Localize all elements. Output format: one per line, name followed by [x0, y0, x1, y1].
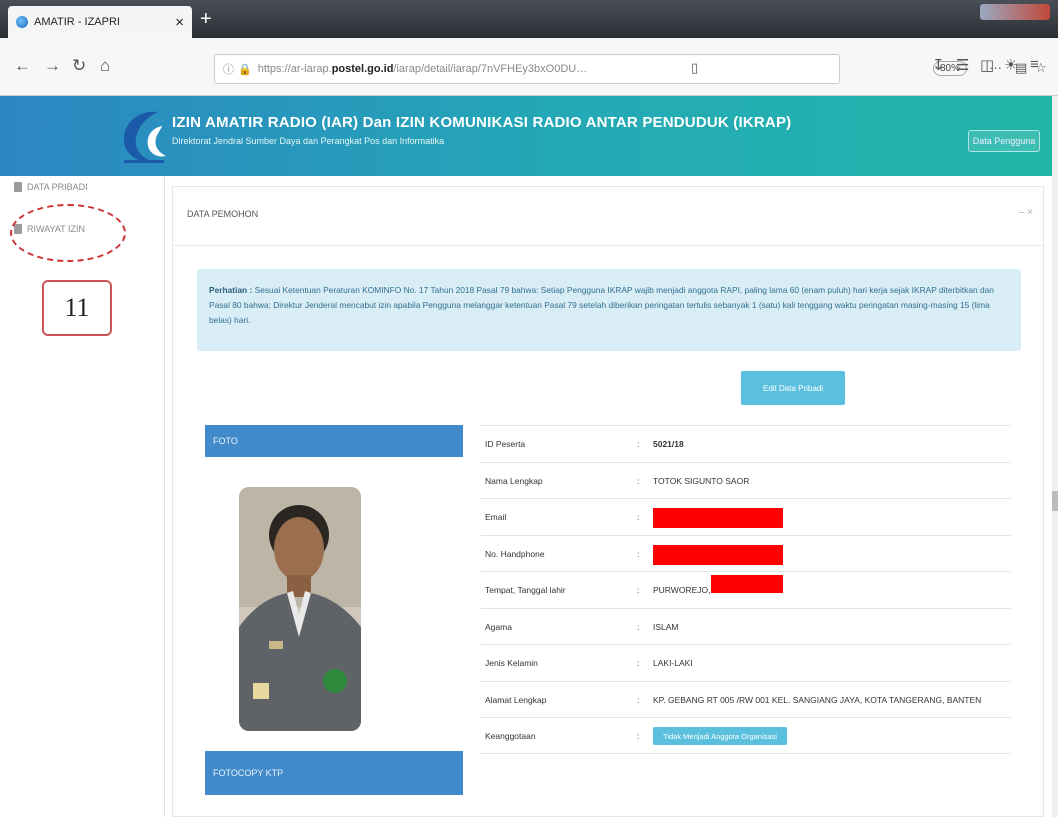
- document-icon: [14, 182, 22, 192]
- membership-status-badge[interactable]: Tidak Menjadi Anggota Organisasi: [653, 727, 787, 745]
- field-value: 5021/18: [653, 439, 684, 449]
- divider: [173, 245, 1045, 246]
- url-prefix: https://ar-iarap.: [257, 63, 332, 75]
- address-bar[interactable]: ⓘ 🔒 https://ar-iarap. postel.go.id /iara…: [214, 54, 1047, 84]
- redaction-box: [653, 508, 783, 528]
- field-value: KP. GEBANG RT 005 /RW 001 KEL. SANGIANG …: [653, 694, 982, 705]
- window-controls[interactable]: [980, 4, 1050, 20]
- menu-icon[interactable]: ≡: [1030, 56, 1039, 73]
- user-menu-button[interactable]: Data Pengguna: [968, 130, 1040, 152]
- photo-section-header: FOTO: [205, 425, 463, 457]
- scrollbar-thumb[interactable]: [1052, 491, 1058, 511]
- field-label: Tempat, Tanggal lahir: [485, 585, 566, 595]
- table-row: ID Peserta : 5021/18: [481, 425, 1011, 462]
- page-icon[interactable]: ▯: [691, 60, 698, 76]
- field-label: Nama Lengkap: [485, 475, 543, 486]
- sidebar-item-data-pribadi[interactable]: DATA PRIBADI: [14, 182, 88, 192]
- sidebar-item-label: DATA PRIBADI: [27, 182, 88, 192]
- panel-controls[interactable]: – ×: [1019, 207, 1033, 218]
- detail-table: ID Peserta : 5021/18 Nama Lengkap : TOTO…: [481, 425, 1011, 754]
- table-row: Email :: [481, 498, 1011, 535]
- tab-title: AMATIR - IZAPRI: [34, 16, 120, 28]
- field-value: ISLAM: [653, 621, 679, 632]
- close-tab-icon[interactable]: ×: [175, 14, 184, 31]
- step-number-label: 11: [42, 280, 112, 336]
- table-row: Nama Lengkap : TOTOK SIGUNTO SAOR: [481, 461, 1011, 499]
- app-title: IZIN AMATIR RADIO (IAR) Dan IZIN KOMUNIK…: [172, 114, 792, 131]
- app-header: IZIN AMATIR RADIO (IAR) Dan IZIN KOMUNIK…: [0, 96, 1052, 176]
- info-icon[interactable]: ⓘ: [223, 61, 234, 77]
- redaction-box: [711, 575, 783, 593]
- field-label: Alamat Lengkap: [485, 694, 547, 705]
- url-path: /iarap/detail/iarap/7nVFHEy3bxO0DU…: [393, 63, 588, 75]
- browser-tabbar: AMATIR - IZAPRI × +: [0, 0, 1058, 38]
- field-label: Jenis Kelamin: [485, 658, 538, 668]
- field-value: PURWOREJO,: [653, 585, 711, 595]
- info-alert: Perhatian : Sesuai Ketentuan Peraturan K…: [197, 269, 1021, 351]
- field-label: ID Peserta: [485, 439, 526, 449]
- browser-navbar: ← → ↻ ⌂ ⓘ 🔒 https://ar-iarap. postel.go.…: [0, 38, 1058, 96]
- field-label: Email: [485, 512, 507, 522]
- table-row: Tempat, Tanggal lahir : PURWOREJO,: [481, 571, 1011, 608]
- page-scrollbar[interactable]: [1052, 96, 1058, 817]
- forward-arrow-icon[interactable]: →: [44, 56, 61, 76]
- sidebar: [0, 176, 165, 817]
- edit-profile-button[interactable]: Edit Data Pribadi: [741, 371, 845, 405]
- table-row: Jenis Kelamin : LAKI-LAKI: [481, 644, 1011, 681]
- alert-label: Perhatian :: [209, 285, 253, 295]
- extension-icon[interactable]: ☀: [1004, 56, 1017, 74]
- lock-icon[interactable]: 🔒: [238, 63, 252, 76]
- back-arrow-icon[interactable]: ←: [14, 56, 31, 76]
- main-panel: DATA PEMOHON – × Perhatian : Sesuai Kete…: [172, 186, 1045, 817]
- sidebar-toggle-icon[interactable]: ◫: [980, 56, 994, 74]
- field-label: No. Handphone: [485, 548, 545, 559]
- new-tab-button[interactable]: +: [200, 8, 212, 31]
- site-favicon-icon: [16, 16, 28, 28]
- highlight-ellipse: [10, 204, 126, 262]
- library-icon[interactable]: ☰: [956, 56, 969, 74]
- download-icon[interactable]: ↧: [932, 56, 945, 74]
- table-row: No. Handphone :: [481, 534, 1011, 572]
- field-label: Agama: [485, 621, 512, 632]
- home-icon[interactable]: ⌂: [100, 56, 110, 76]
- browser-tab[interactable]: AMATIR - IZAPRI ×: [8, 6, 192, 38]
- field-value: LAKI-LAKI: [653, 658, 693, 668]
- field-value: TOTOK SIGUNTO SAOR: [653, 475, 750, 486]
- table-row: Agama : ISLAM: [481, 607, 1011, 645]
- person-photo-image: [239, 487, 361, 731]
- ktp-section-header: FOTOCOPY KTP: [205, 751, 463, 795]
- kominfo-logo: [123, 111, 166, 163]
- table-row: Keanggotaan : Tidak Menjadi Anggota Orga…: [481, 717, 1011, 754]
- alert-text: Sesuai Ketentuan Peraturan KOMINFO No. 1…: [209, 285, 994, 325]
- reload-icon[interactable]: ↻: [72, 56, 86, 76]
- field-label: Keanggotaan: [485, 731, 536, 741]
- app-subtitle: Direktorat Jendral Sumber Daya dan Peran…: [172, 136, 445, 146]
- panel-title: DATA PEMOHON: [187, 209, 259, 219]
- redaction-box: [653, 544, 783, 565]
- table-row: Alamat Lengkap : KP. GEBANG RT 005 /RW 0…: [481, 680, 1011, 718]
- profile-photo: [239, 487, 361, 731]
- url-host: postel.go.id: [331, 63, 394, 75]
